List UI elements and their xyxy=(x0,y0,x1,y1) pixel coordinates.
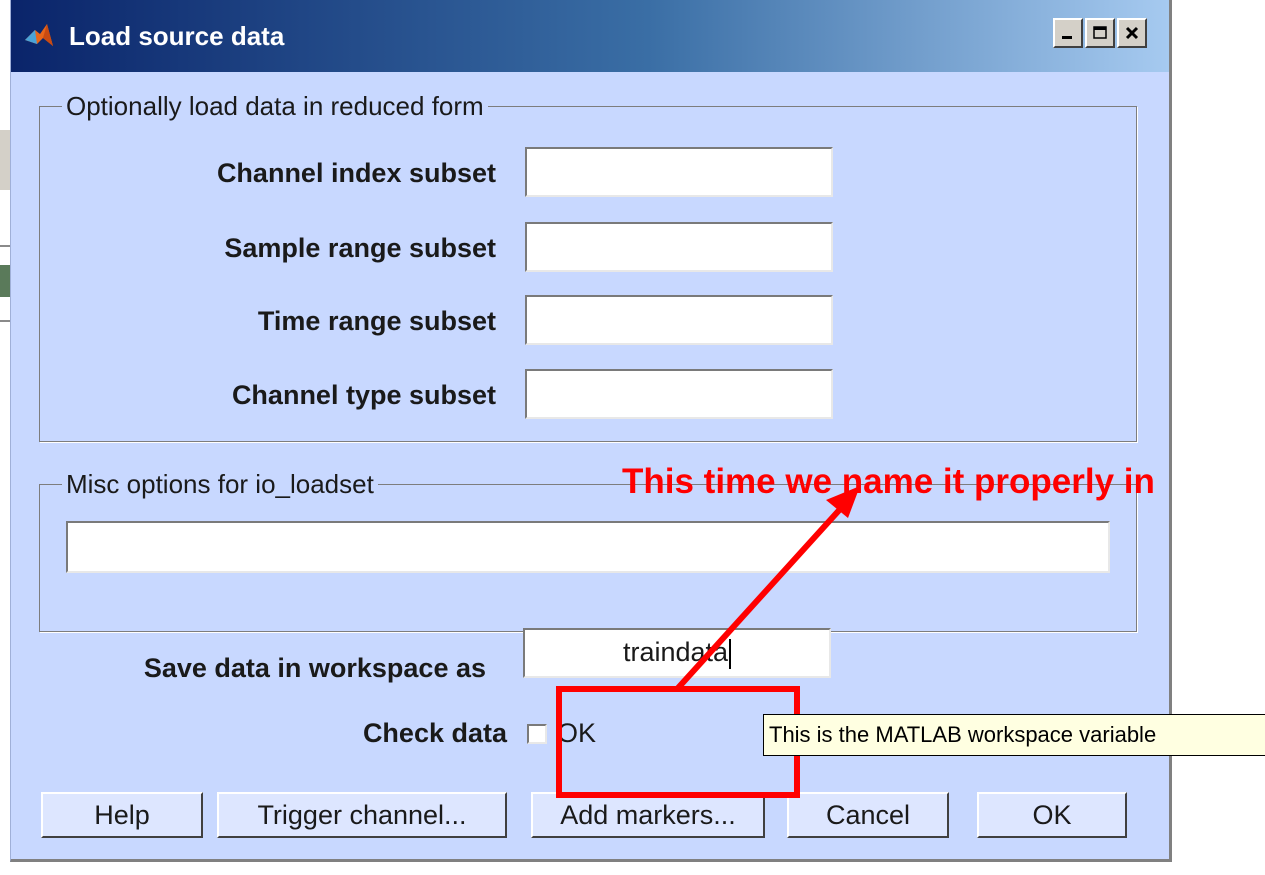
maximize-button[interactable] xyxy=(1085,18,1115,48)
matlab-icon xyxy=(25,24,53,46)
add-markers-button[interactable]: Add markers... xyxy=(531,792,765,838)
close-icon xyxy=(1125,26,1139,40)
help-button[interactable]: Help xyxy=(41,792,203,838)
background-toolbar xyxy=(0,130,10,190)
annotation-text: This time we name it properly in xyxy=(622,462,1155,501)
channel-index-subset-input[interactable] xyxy=(525,147,833,197)
channel-type-subset-input[interactable] xyxy=(525,369,833,419)
background-panel xyxy=(0,265,10,297)
time-range-subset-label: Time range subset xyxy=(257,306,496,336)
sample-range-subset-input[interactable] xyxy=(525,222,833,272)
background-window-sliver xyxy=(0,130,10,330)
channel-index-subset-label: Channel index subset xyxy=(216,158,496,188)
channel-type-subset-label: Channel type subset xyxy=(231,380,496,410)
trigger-channel-button[interactable]: Trigger channel... xyxy=(217,792,507,838)
time-range-subset-input[interactable] xyxy=(525,295,833,345)
check-data-label: Check data xyxy=(362,718,507,748)
save-as-input[interactable]: traindata xyxy=(523,628,831,678)
sample-range-subset-label: Sample range subset xyxy=(224,233,496,263)
text-cursor xyxy=(729,638,732,669)
ok-button[interactable]: OK xyxy=(977,792,1127,838)
check-data-checkbox[interactable] xyxy=(527,724,547,744)
reduced-form-group: Optionally load data in reduced form Cha… xyxy=(39,91,1137,442)
reduced-form-group-title: Optionally load data in reduced form xyxy=(62,91,488,121)
background-divider xyxy=(0,245,10,247)
close-button[interactable] xyxy=(1117,18,1147,48)
window-title: Load source data xyxy=(69,21,285,51)
cancel-button[interactable]: Cancel xyxy=(787,792,949,838)
save-as-label: Save data in workspace as xyxy=(143,653,486,683)
maximize-icon xyxy=(1093,26,1107,39)
misc-options-input[interactable] xyxy=(66,521,1110,573)
save-as-value: traindata xyxy=(622,637,729,667)
title-bar[interactable]: Load source data xyxy=(11,0,1169,72)
background-divider xyxy=(0,320,10,322)
misc-options-group-title: Misc options for io_loadset xyxy=(62,469,378,499)
minimize-button[interactable] xyxy=(1053,18,1083,48)
tooltip: This is the MATLAB workspace variable xyxy=(763,714,1265,756)
misc-options-group: Misc options for io_loadset xyxy=(39,469,1137,632)
minimize-icon xyxy=(1062,36,1072,39)
